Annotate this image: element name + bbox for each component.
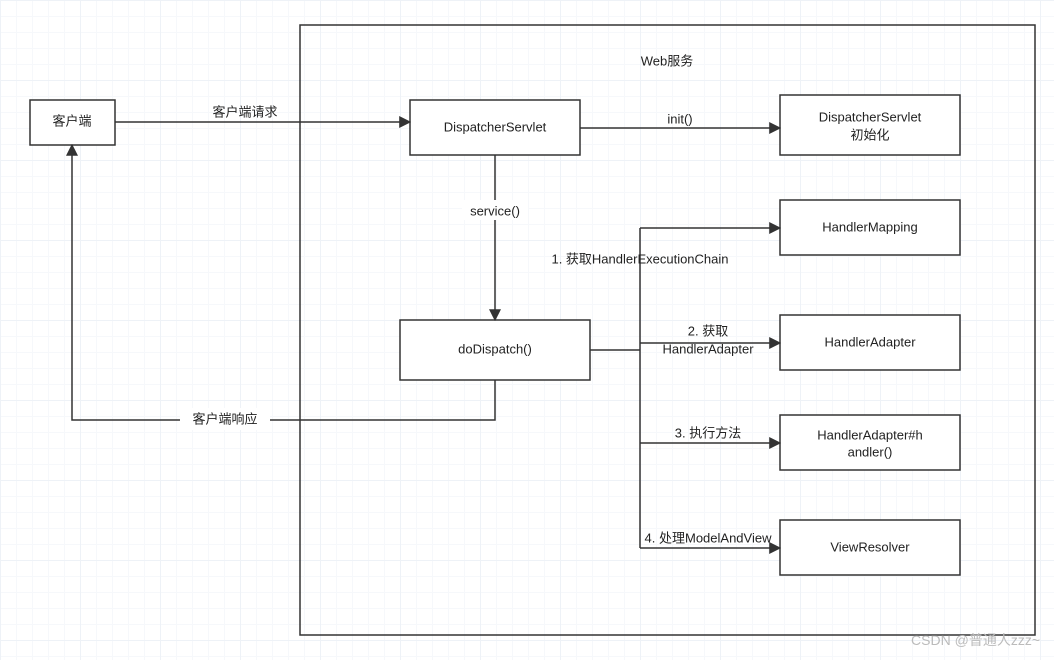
handleradapter-label: HandlerAdapter — [824, 334, 916, 349]
handlermethod-label-l2: andler() — [848, 444, 893, 459]
edge-client-request-label: 客户端请求 — [212, 104, 277, 119]
viewresolver-label: ViewResolver — [830, 539, 910, 554]
handlermethod-label-l1: HandlerAdapter#h — [817, 427, 923, 442]
client-label: 客户端 — [52, 113, 91, 128]
dodispatch-label: doDispatch() — [458, 341, 532, 356]
edge-step4-label: 4. 处理ModelAndView — [645, 530, 773, 545]
edge-step2-label-l2: HandlerAdapter — [662, 341, 754, 356]
dispatcher-label: DispatcherServlet — [444, 119, 547, 134]
edge-step1-label: 1. 获取HandlerExecutionChain — [551, 251, 728, 266]
edge-step2-label-l1: 2. 获取 — [688, 323, 728, 338]
edge-step3-label: 3. 执行方法 — [675, 425, 741, 440]
watermark: CSDN @普通人zzz~ — [911, 632, 1040, 648]
diagram-canvas: Web服务 客户端 DispatcherServlet DispatcherSe… — [0, 0, 1054, 660]
web-service-title: Web服务 — [641, 53, 694, 68]
edge-init-label: init() — [667, 111, 692, 126]
handlermapping-label: HandlerMapping — [822, 219, 917, 234]
init-node — [780, 95, 960, 155]
edge-client-response-label: 客户端响应 — [192, 411, 257, 426]
init-label-l1: DispatcherServlet — [819, 109, 922, 124]
handlermethod-node — [780, 415, 960, 470]
edge-service-label: service() — [470, 203, 520, 218]
init-label-l2: 初始化 — [850, 127, 889, 142]
